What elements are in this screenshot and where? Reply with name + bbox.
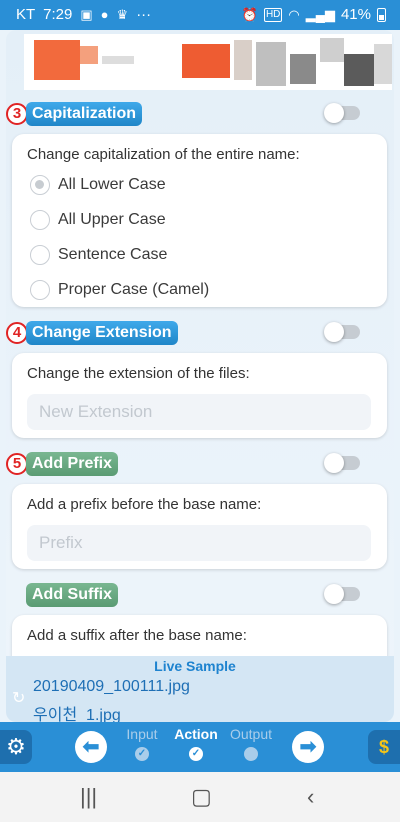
add-suffix-description: Add a suffix after the base name: <box>27 627 247 644</box>
radio-label: All Lower Case <box>58 176 166 193</box>
add-prefix-toggle[interactable] <box>324 453 360 473</box>
change-extension-card: Change the extension of the files: <box>12 353 387 438</box>
arrow-left-icon[interactable]: ⬅ <box>75 731 107 763</box>
change-extension-title: Change Extension <box>26 321 178 345</box>
prefix-input-box[interactable] <box>27 525 371 561</box>
chat-icon: ● <box>100 6 109 22</box>
radio-sentence-case[interactable]: Sentence Case <box>30 242 167 268</box>
ad-banner[interactable] <box>24 34 392 90</box>
arrow-right-icon[interactable]: ➡ <box>292 731 324 763</box>
step-badge: 5 <box>6 453 28 475</box>
step-badge: 3 <box>6 103 28 125</box>
gallery-icon: ▣ <box>80 6 93 22</box>
android-nav-bar: ||| ▢ ‹ <box>0 772 400 822</box>
capitalization-description: Change capitalization of the entire name… <box>27 146 300 163</box>
hd-icon: HD <box>263 7 283 22</box>
refresh-icon[interactable]: ↻ <box>12 688 25 708</box>
add-suffix-header: Add Suffix <box>6 583 394 609</box>
battery-icon <box>377 7 386 22</box>
add-prefix-card: Add a prefix before the base name: <box>12 484 387 569</box>
check-icon: ✓ <box>189 747 203 761</box>
add-prefix-title: Add Prefix <box>26 452 119 476</box>
radio-button[interactable] <box>30 245 50 265</box>
more-notifications-icon: ··· <box>136 6 152 23</box>
prefix-input[interactable] <box>27 525 371 561</box>
radio-button[interactable] <box>30 280 50 300</box>
step-output[interactable]: Output <box>221 726 281 761</box>
capitalization-toggle[interactable] <box>324 103 360 123</box>
sample-original-name: 20190409_100111.jpg <box>33 678 190 695</box>
radio-button[interactable] <box>30 210 50 230</box>
capitalization-card: Change capitalization of the entire name… <box>12 134 387 307</box>
capitalization-title: Capitalization <box>26 102 143 126</box>
gear-icon[interactable]: ⚙ <box>0 730 32 764</box>
signal-icon: ▂▄▆ <box>305 6 335 22</box>
add-suffix-title: Add Suffix <box>26 583 118 607</box>
radio-label: Sentence Case <box>58 246 168 263</box>
extension-input-box[interactable] <box>27 394 371 430</box>
change-extension-description: Change the extension of the files: <box>27 365 250 382</box>
step-label: Input <box>126 726 158 742</box>
radio-label: All Upper Case <box>58 211 166 228</box>
status-bar: KT 7:29 ▣ ● ♛ ··· ⏰ HD ◠ ▂▄▆ 41% <box>0 0 400 30</box>
change-extension-toggle[interactable] <box>324 322 360 342</box>
capitalization-header: 3 Capitalization <box>6 102 394 128</box>
add-prefix-header: 5 Add Prefix <box>6 452 394 478</box>
radio-proper-case[interactable]: Proper Case (Camel) <box>30 277 209 303</box>
home-icon[interactable]: ▢ <box>191 784 212 810</box>
clock: 7:29 <box>43 6 73 23</box>
step-action[interactable]: Action ✓ <box>166 726 226 761</box>
crown-icon: ♛ <box>116 6 129 22</box>
change-extension-header: 4 Change Extension <box>6 321 394 347</box>
radio-label: Proper Case (Camel) <box>58 281 210 298</box>
action-panel[interactable]: 3 Capitalization Change capitalization o… <box>6 30 394 722</box>
step-label: Output <box>229 726 273 742</box>
step-input[interactable]: Input ✓ <box>112 726 172 761</box>
radio-all-lower-case[interactable]: All Lower Case <box>30 172 166 198</box>
back-icon[interactable]: ‹ <box>307 784 314 810</box>
radio-all-upper-case[interactable]: All Upper Case <box>30 207 166 233</box>
add-prefix-description: Add a prefix before the base name: <box>27 496 262 513</box>
battery-percent: 41% <box>340 6 371 23</box>
step-dot <box>244 747 258 761</box>
shield-dollar-icon[interactable]: $ <box>368 730 400 764</box>
alarm-icon: ⏰ <box>241 6 258 22</box>
recent-apps-icon[interactable]: ||| <box>80 784 97 810</box>
check-icon: ✓ <box>135 747 149 761</box>
step-badge: 4 <box>6 322 28 344</box>
step-label: Action <box>174 726 218 742</box>
carrier-label: KT <box>16 6 36 23</box>
radio-button[interactable] <box>30 175 50 195</box>
add-suffix-toggle[interactable] <box>324 584 360 604</box>
bottom-toolbar: ⚙ ⬅ Input ✓ Action ✓ Output ➡ $ <box>0 722 400 772</box>
live-sample-tab[interactable]: Live Sample <box>145 656 245 676</box>
extension-input[interactable] <box>27 394 371 430</box>
wifi-icon: ◠ <box>288 6 300 22</box>
